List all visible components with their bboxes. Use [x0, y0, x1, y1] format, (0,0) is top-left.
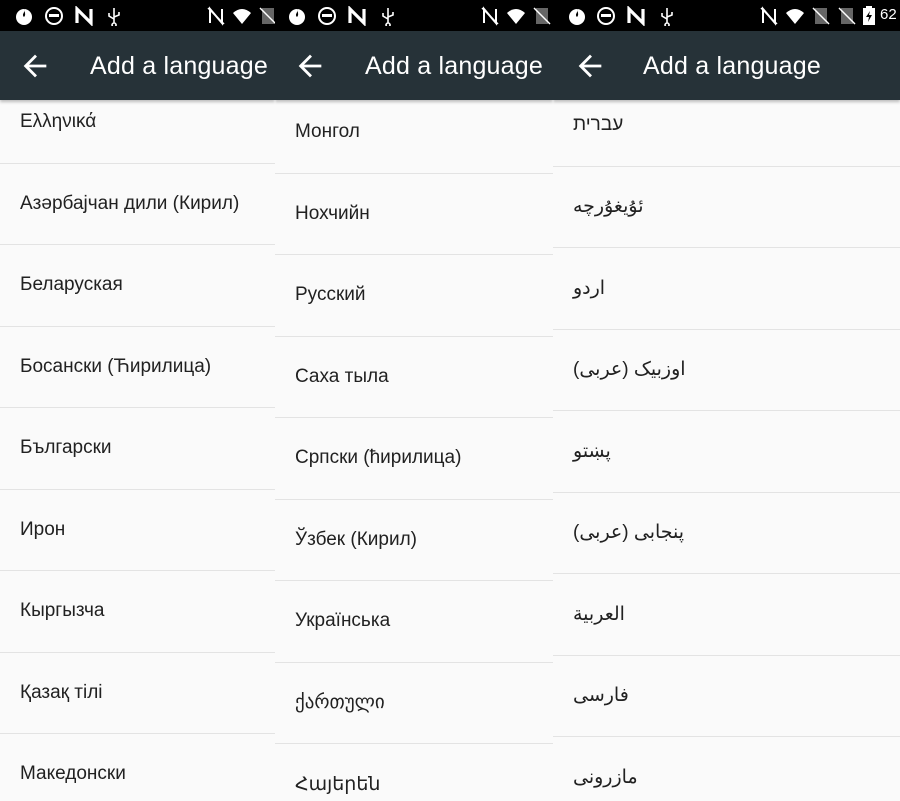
nfc-icon: [760, 6, 778, 26]
language-item[interactable]: Русский: [275, 255, 553, 337]
language-item[interactable]: Саха тыла: [275, 336, 553, 418]
language-label: پښتو: [573, 440, 611, 462]
language-item[interactable]: Српски (ћирилица): [275, 418, 553, 500]
language-item[interactable]: ئۇيغۇرچە: [553, 166, 900, 248]
language-item[interactable]: Кыргызча: [0, 571, 275, 653]
language-label: Нохчийн: [295, 202, 370, 224]
language-item[interactable]: Босански (Ћирилица): [0, 326, 275, 408]
n-icon: [75, 6, 93, 26]
wifi-icon: [507, 9, 525, 24]
app-toolbar: Add a language: [275, 31, 553, 100]
language-screen-2: Add a language Монгол Нохчийн Русский Са…: [275, 0, 553, 801]
no-sim-icon: [533, 7, 551, 25]
language-label: ئۇيغۇرچە: [573, 196, 644, 218]
status-bar: [275, 0, 553, 31]
face-icon: [45, 7, 63, 25]
page-title: Add a language: [643, 52, 821, 80]
language-label: اردو: [573, 277, 606, 299]
language-item[interactable]: Українська: [275, 581, 553, 663]
status-bar: 62: [553, 0, 900, 31]
language-item[interactable]: Беларуская: [0, 245, 275, 327]
language-item[interactable]: Հայերեն: [275, 744, 553, 801]
language-screen-1: Add a language Ελληνικά Азәрбајчан дили …: [0, 0, 275, 801]
language-label: Српски (ћирилица): [295, 447, 462, 469]
nfc-icon: [481, 6, 499, 26]
language-list: Ελληνικά Азәрбајчан дили (Кирил) Беларус…: [0, 82, 275, 801]
language-label: Беларуская: [20, 274, 123, 296]
back-button[interactable]: [573, 49, 607, 83]
language-item[interactable]: Азәрбајчан дили (Кирил): [0, 163, 275, 245]
wifi-icon: [786, 9, 804, 24]
language-item[interactable]: Нохчийн: [275, 173, 553, 255]
arrow-back-icon: [23, 54, 47, 78]
language-item[interactable]: فارسی: [553, 655, 900, 737]
language-item[interactable]: Қазақ тілі: [0, 652, 275, 734]
language-label: Кыргызча: [20, 600, 105, 622]
status-bar: [0, 0, 275, 31]
language-label: Азәрбајчан дили (Кирил): [20, 192, 240, 214]
n-icon: [348, 6, 366, 26]
app-toolbar: Add a language: [553, 31, 900, 100]
language-label: Босански (Ћирилица): [20, 355, 212, 377]
language-item[interactable]: Монгол: [275, 92, 553, 174]
language-label: Հայերեն: [295, 773, 381, 795]
battery-percent: 62: [880, 6, 897, 23]
face-icon: [597, 7, 615, 25]
no-sim-icon: [812, 7, 830, 25]
language-label: مازرونی: [573, 766, 638, 788]
language-label: Македонски: [20, 763, 126, 785]
app-toolbar: Add a language: [0, 31, 275, 100]
language-list: עברית ئۇيغۇرچە اردو اوزبیک (عربی) پښتو پ…: [553, 85, 900, 801]
usb-icon: [108, 8, 120, 26]
language-label: Ελληνικά: [20, 111, 97, 133]
language-label: Български: [20, 437, 112, 459]
arrow-back-icon: [298, 54, 322, 78]
language-item[interactable]: پنجابی (عربی): [553, 492, 900, 574]
language-label: Ўзбек (Кирил): [295, 528, 417, 550]
language-item[interactable]: Български: [0, 408, 275, 490]
fire-icon: [16, 9, 32, 25]
language-label: עברית: [573, 114, 624, 136]
language-item[interactable]: ქართული: [275, 662, 553, 744]
language-label: العربية: [573, 603, 625, 625]
language-label: Монгол: [295, 121, 360, 143]
language-item[interactable]: Ўзбек (Кирил): [275, 499, 553, 581]
language-item[interactable]: اوزبیک (عربی): [553, 329, 900, 411]
language-label: Українська: [295, 610, 391, 632]
language-item[interactable]: پښتو: [553, 411, 900, 493]
n-icon: [627, 6, 645, 26]
fire-icon: [289, 9, 305, 25]
language-list: Монгол Нохчийн Русский Саха тыла Српски …: [275, 92, 553, 801]
language-label: Ирон: [20, 518, 66, 540]
language-item[interactable]: Ирон: [0, 489, 275, 571]
language-label: Қазақ тілі: [20, 681, 103, 703]
no-sim-icon: [259, 7, 275, 25]
battery-charging-icon: [863, 6, 875, 25]
language-label: ქართული: [295, 692, 385, 714]
wifi-icon: [233, 9, 251, 24]
language-item[interactable]: اردو: [553, 248, 900, 330]
face-icon: [318, 7, 336, 25]
language-label: اوزبیک (عربی): [573, 359, 686, 381]
language-label: Русский: [295, 284, 366, 306]
language-item[interactable]: العربية: [553, 574, 900, 656]
language-item[interactable]: Македонски: [0, 734, 275, 801]
usb-icon: [661, 8, 673, 26]
no-sim-icon: [838, 7, 856, 25]
language-item[interactable]: مازرونی: [553, 737, 900, 801]
language-label: فارسی: [573, 685, 629, 707]
back-button[interactable]: [18, 49, 52, 83]
nfc-icon: [207, 6, 225, 26]
language-label: Саха тыла: [295, 365, 389, 387]
language-label: پنجابی (عربی): [573, 522, 685, 544]
page-title: Add a language: [365, 52, 543, 80]
arrow-back-icon: [578, 54, 602, 78]
usb-icon: [382, 8, 394, 26]
fire-icon: [569, 9, 585, 25]
back-button[interactable]: [293, 49, 327, 83]
language-screen-3: 62 Add a language עברית ئۇيغۇرچە اردو او…: [553, 0, 900, 801]
page-title: Add a language: [90, 52, 268, 80]
